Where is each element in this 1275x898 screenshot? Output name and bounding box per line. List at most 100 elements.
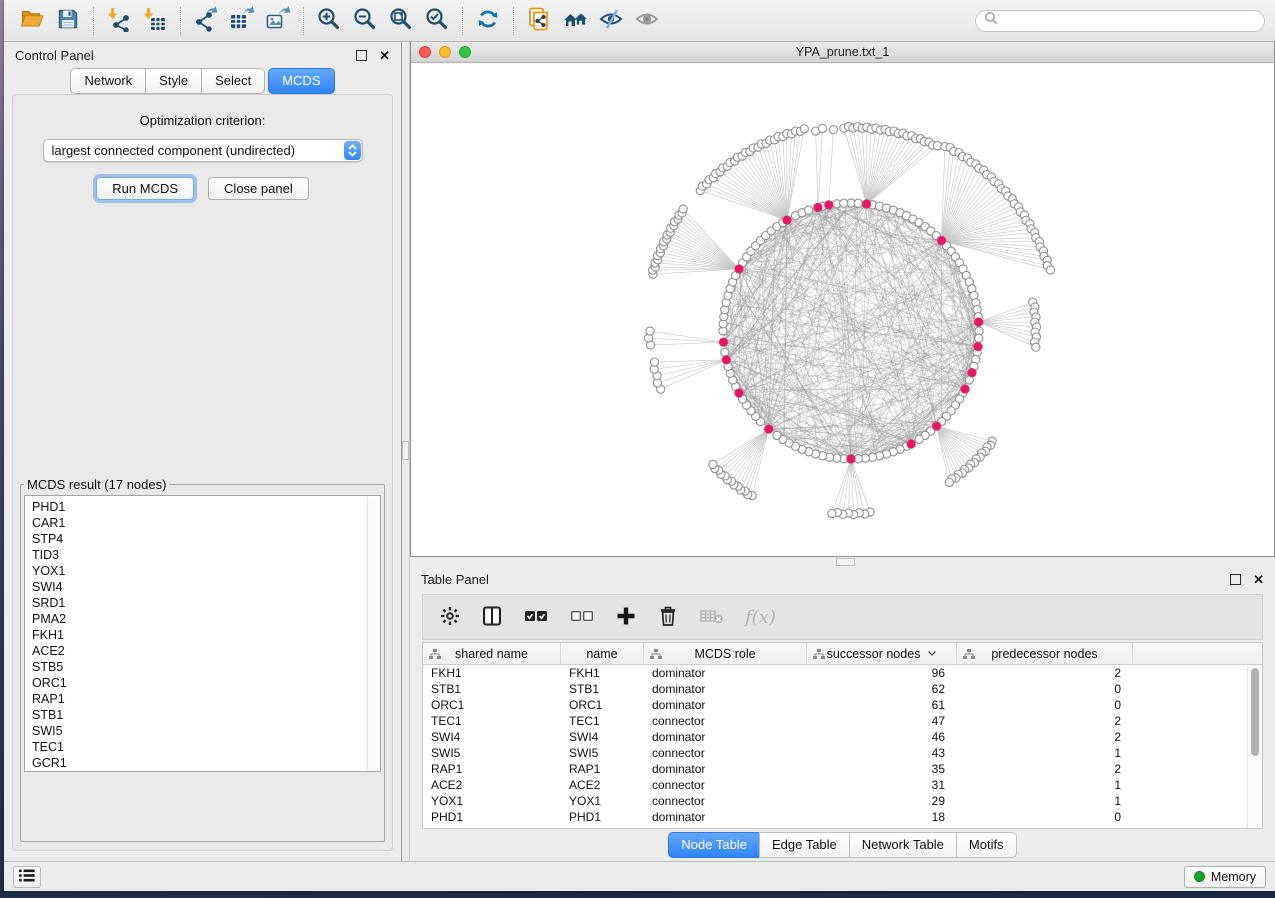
network-graph[interactable] [411,63,1272,555]
column-header-successor-nodes[interactable]: successor nodes [807,643,957,664]
clone-network-button[interactable] [521,5,557,37]
splitter-handle[interactable] [402,441,409,460]
mcds-node-item[interactable]: PHD1 [32,499,380,515]
table-row[interactable]: ACE2ACE2connector311 [423,777,1262,793]
export-network-button[interactable] [188,5,224,37]
mcds-node-item[interactable]: TEC1 [32,739,380,755]
column-header-MCDS-role[interactable]: MCDS role [644,643,807,664]
task-history-button[interactable] [13,866,41,888]
cell: connector [644,793,807,809]
mcds-node-item[interactable]: ORC1 [32,675,380,691]
close-panel-icon[interactable]: ✕ [1253,573,1264,586]
table-row[interactable]: STB1STB1dominator620 [423,681,1262,697]
tab-node-table[interactable]: Node Table [668,832,760,858]
mcds-node-item[interactable]: STB5 [32,659,380,675]
table-settings-button[interactable] [439,605,461,630]
mcds-node-item[interactable]: PMA2 [32,611,380,627]
zoom-out-button[interactable] [347,5,383,37]
memory-status-icon [1194,871,1205,882]
criterion-select[interactable]: largest connected component (undirected) [43,139,363,162]
zoom-in-button[interactable] [311,5,347,37]
cell: ACE2 [423,777,561,793]
tab-network[interactable]: Network [70,68,146,94]
export-image-button[interactable] [260,5,296,37]
network-canvas[interactable] [411,63,1274,556]
horizontal-splitter[interactable] [410,557,1275,566]
scrollbar-thumb[interactable] [1251,668,1259,756]
status-bar: Memory [4,861,1275,891]
cell: 0 [957,809,1133,825]
float-panel-icon[interactable] [356,50,367,61]
show-panels-button[interactable] [629,5,665,37]
save-session-button[interactable] [50,5,86,37]
zoom-fit-button[interactable] [383,5,419,37]
tab-mcds[interactable]: MCDS [268,68,334,94]
table-row[interactable]: PHD1PHD1dominator180 [423,809,1262,825]
table-row[interactable]: RAP1RAP1dominator352 [423,761,1262,777]
tab-select[interactable]: Select [201,68,265,94]
mcds-list-scrollbar[interactable] [367,497,379,770]
cell: 62 [807,681,957,697]
cell: ORC1 [423,697,561,713]
add-column-button[interactable] [615,605,637,630]
tab-network-table[interactable]: Network Table [849,832,957,858]
table-row[interactable]: ORC1ORC1dominator610 [423,697,1262,713]
mcds-node-item[interactable]: TID3 [32,547,380,563]
table-row[interactable]: SWI5SWI5connector431 [423,745,1262,761]
cell: TEC1 [561,713,644,729]
cell: ACE2 [561,777,644,793]
mcds-node-item[interactable]: SWI4 [32,579,380,595]
vertical-splitter[interactable] [401,42,410,861]
table-row[interactable]: SWI4SWI4dominator462 [423,729,1262,745]
function-builder-button[interactable]: f(x) [745,607,776,628]
select-all-button[interactable] [523,605,549,630]
mcds-node-item[interactable]: STB1 [32,707,380,723]
table-scrollbar[interactable] [1247,665,1262,828]
import-table-button[interactable] [137,5,173,37]
search-input[interactable] [1003,13,1256,29]
mcds-node-item[interactable]: CAR1 [32,515,380,531]
run-mcds-button[interactable]: Run MCDS [96,177,194,200]
column-header-predecessor-nodes[interactable]: predecessor nodes [957,643,1133,664]
splitter-handle[interactable] [836,558,855,566]
mcds-node-item[interactable]: GCR1 [32,755,380,771]
table-row[interactable]: YOX1YOX1connector291 [423,793,1262,809]
open-file-button[interactable] [14,5,50,37]
tab-motifs[interactable]: Motifs [956,832,1017,858]
tab-style[interactable]: Style [145,68,202,94]
column-header-name[interactable]: name [561,643,644,664]
zoom-selected-button[interactable] [419,5,455,37]
mcds-node-item[interactable]: SRD1 [32,595,380,611]
cell: SWI5 [423,745,561,761]
optimization-criterion-label: Optimization criterion: [140,113,266,128]
import-network-button[interactable] [101,5,137,37]
export-table-button[interactable] [224,5,260,37]
sitemap-icon [963,648,975,662]
mcds-node-item[interactable]: RAP1 [32,691,380,707]
home-button[interactable] [557,5,593,37]
import-network-icon [106,6,132,35]
close-panel-icon[interactable]: ✕ [379,49,390,62]
mcds-node-item[interactable]: SWI5 [32,723,380,739]
mcds-node-item[interactable]: ACE2 [32,643,380,659]
delete-column-button[interactable] [657,605,679,630]
memory-button[interactable]: Memory [1184,866,1266,888]
float-panel-icon[interactable] [1230,574,1241,585]
search-field[interactable] [975,10,1265,32]
deselect-all-button[interactable] [569,605,595,630]
mcds-node-item[interactable]: STP4 [32,531,380,547]
mcds-node-item[interactable]: YOX1 [32,563,380,579]
hide-panels-button[interactable] [593,5,629,37]
column-mode-button[interactable] [481,605,503,630]
gear-icon [439,605,461,630]
table-row[interactable]: TEC1TEC1connector472 [423,713,1262,729]
table-row[interactable]: FKH1FKH1dominator962 [423,665,1262,681]
cell: dominator [644,729,807,745]
mcds-node-item[interactable]: FKH1 [32,627,380,643]
tab-edge-table[interactable]: Edge Table [759,832,850,858]
mcds-hub-node [862,200,871,209]
column-header-shared-name[interactable]: shared name [423,643,561,664]
close-panel-button[interactable]: Close panel [208,177,309,200]
apply-layout-button[interactable] [470,5,506,37]
delete-table-button[interactable] [699,605,725,630]
